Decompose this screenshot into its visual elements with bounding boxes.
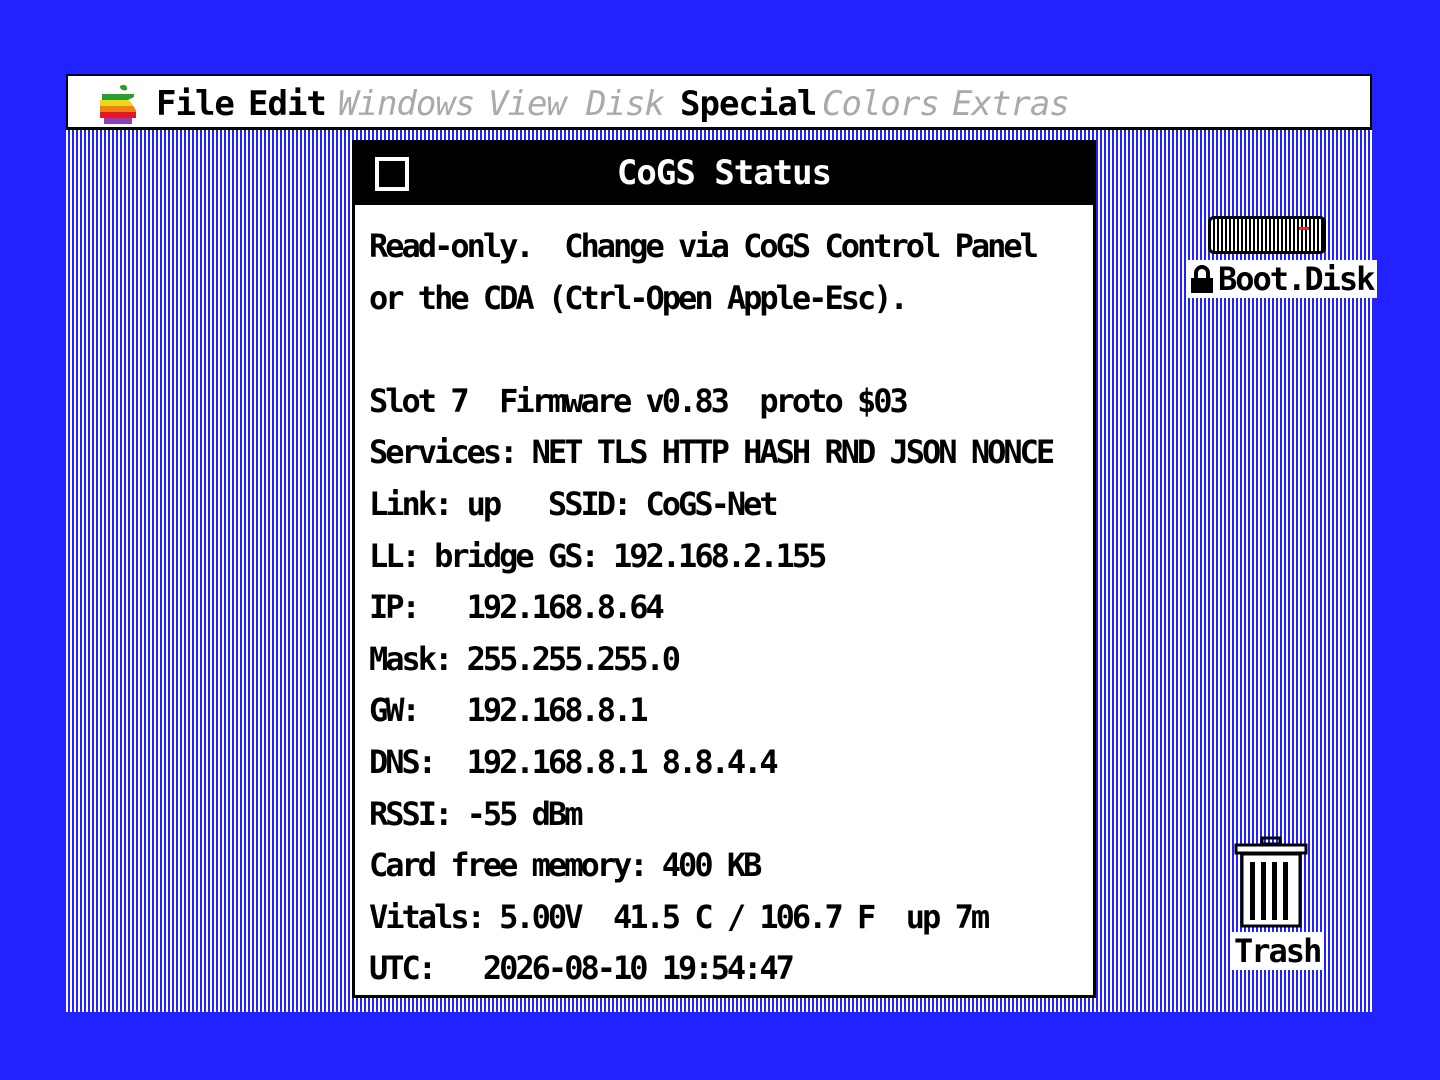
menu-edit[interactable]: Edit <box>248 84 327 124</box>
menu-view[interactable]: View <box>488 84 567 124</box>
window-title-bar[interactable]: CoGS Status <box>355 143 1093 205</box>
status-line: Mask: 255.255.255.0 <box>369 639 681 678</box>
status-line: Card free memory: 400 KB <box>369 846 762 885</box>
boot-disk-label: Boot.Disk <box>1218 260 1375 298</box>
lock-icon <box>1190 264 1214 294</box>
status-line: IP: 192.168.8.64 <box>369 588 665 627</box>
trash-label: Trash <box>1230 932 1325 970</box>
status-line: GW: 192.168.8.1 <box>369 691 649 730</box>
status-line <box>369 324 1083 376</box>
menu-bar: File Edit Windows View Disk Special Colo… <box>66 74 1372 130</box>
cogs-status-window: CoGS Status Read-only. Change via CoGS C… <box>352 140 1096 998</box>
status-line: DNS: 192.168.8.1 8.8.4.4 <box>369 742 779 781</box>
status-line: Services: NET TLS HTTP HASH RND JSON NON… <box>369 433 1055 472</box>
status-line: UTC: 2026-08-10 19:54:47 <box>369 949 795 988</box>
status-text: Read-only. Change via CoGS Control Panel… <box>369 221 1083 995</box>
menu-windows[interactable]: Windows <box>338 84 475 124</box>
menu-disk[interactable]: Disk <box>586 84 665 124</box>
status-line: Slot 7 Firmware v0.83 proto $03 <box>369 381 909 420</box>
window-title: CoGS Status <box>616 153 832 193</box>
boot-disk-desktop-icon[interactable]: Boot.Disk <box>1182 214 1378 304</box>
status-line: or the CDA (Ctrl-Open Apple-Esc). <box>369 278 909 317</box>
status-line: Read-only. Change via CoGS Control Panel <box>369 227 1039 265</box>
status-line: Vitals: 5.00V 41.5 C / 106.7 F up 7m <box>369 897 990 936</box>
desktop: File Edit Windows View Disk Special Colo… <box>66 74 1378 1012</box>
menu-extras[interactable]: Extras <box>952 84 1070 124</box>
trash-desktop-icon[interactable]: Trash <box>1226 836 1326 976</box>
disk-activity-led <box>1299 227 1309 230</box>
status-line: RSSI: -55 dBm <box>369 794 583 833</box>
boot-disk-label-box: Boot.Disk <box>1186 260 1378 298</box>
apple-menu-icon[interactable] <box>98 84 138 126</box>
menu-colors[interactable]: Colors <box>822 84 940 124</box>
menu-special[interactable]: Special <box>680 84 817 124</box>
trash-can-icon <box>1234 836 1308 934</box>
status-line: LL: bridge GS: 192.168.2.155 <box>369 536 827 575</box>
hard-disk-icon <box>1208 216 1326 254</box>
menu-file[interactable]: File <box>156 84 235 124</box>
status-line: Link: up SSID: CoGS-Net <box>369 484 779 523</box>
